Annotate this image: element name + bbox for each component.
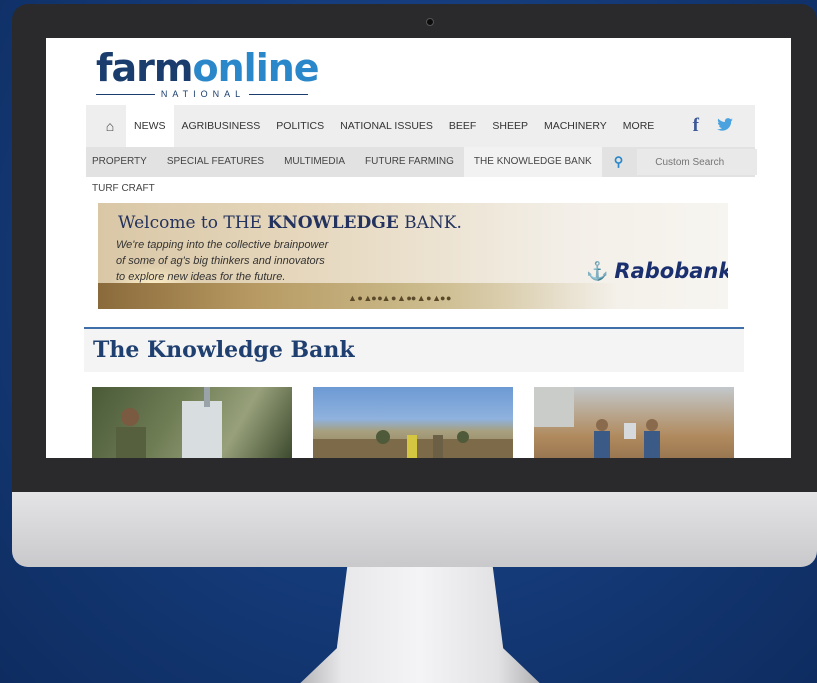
- article-card-3-image[interactable]: [534, 387, 734, 458]
- nav-item-property[interactable]: PROPERTY: [86, 147, 157, 177]
- nav-item-knowledge-bank[interactable]: THE KNOWLEDGE BANK: [463, 147, 602, 177]
- site-logo[interactable]: farmonline NATIONAL: [96, 46, 320, 99]
- banner-line-1: We're tapping into the collective brainp…: [116, 239, 329, 251]
- article-2-photo: [313, 430, 513, 458]
- sponsor-logo: ⚓ Rabobank: [586, 259, 728, 283]
- camera-dot: [426, 18, 434, 26]
- home-icon[interactable]: ⌂: [86, 118, 126, 134]
- section-title: The Knowledge Bank: [84, 329, 744, 372]
- logo-rule-right: [249, 93, 308, 95]
- nav-item-sheep[interactable]: SHEEP: [484, 105, 536, 147]
- article-card-2-image[interactable]: [313, 387, 513, 458]
- nav-item-agribusiness[interactable]: AGRIBUSINESS: [174, 105, 269, 147]
- nav-item-truncated[interactable]: AL: [602, 147, 612, 177]
- nav-item-more[interactable]: MORE: [615, 105, 663, 147]
- banner-title-bold: KNOWLEDGE: [267, 213, 399, 233]
- rabobank-icon: ⚓: [586, 260, 609, 281]
- nav-item-special-features[interactable]: SPECIAL FEATURES: [157, 147, 274, 177]
- nav-item-news[interactable]: NEWS: [126, 105, 174, 147]
- banner-title-prefix: Welcome to THE: [118, 213, 268, 233]
- nav-item-machinery[interactable]: MACHINERY: [536, 105, 615, 147]
- primary-nav: ⌂ NEWS AGRIBUSINESS POLITICS NATIONAL IS…: [86, 105, 755, 147]
- nav-item-beef[interactable]: BEEF: [441, 105, 484, 147]
- banner-trees: ▲ ● ▲● ●▲ ● ▲ ●● ▲ ● ▲● ●: [348, 293, 451, 303]
- monitor-stand: [300, 567, 540, 683]
- banner-title: Welcome to THE KNOWLEDGE BANK.: [118, 213, 462, 233]
- logo-subtitle-text: NATIONAL: [160, 89, 246, 99]
- sponsor-name: Rabobank: [614, 259, 728, 283]
- banner-title-suffix: BANK.: [398, 213, 462, 233]
- monitor-chin: [12, 492, 817, 567]
- nav-item-turf-craft[interactable]: TURF CRAFT: [92, 183, 155, 194]
- logo-text-farm: farm: [96, 46, 194, 90]
- nav-item-future-farming[interactable]: FUTURE FARMING: [355, 147, 464, 177]
- search-input[interactable]: [637, 149, 758, 175]
- nav-item-national-issues[interactable]: NATIONAL ISSUES: [332, 105, 441, 147]
- article-1-photo: [116, 387, 222, 458]
- nav-item-multimedia[interactable]: MULTIMEDIA: [274, 147, 355, 177]
- article-card-1-image[interactable]: [92, 387, 292, 458]
- browser-screen: farmonline NATIONAL ⌂ NEWS AGRIBUSINESS …: [46, 38, 791, 458]
- facebook-icon[interactable]: f: [693, 115, 699, 137]
- banner-line-3: to explore new ideas for the future.: [116, 271, 286, 283]
- knowledge-bank-banner[interactable]: ▲ ● ▲● ●▲ ● ▲ ●● ▲ ● ▲● ● Welcome to THE…: [98, 203, 728, 309]
- secondary-nav: PROPERTY SPECIAL FEATURES MULTIMEDIA FUT…: [86, 147, 758, 177]
- social-links: f: [693, 115, 755, 137]
- twitter-icon[interactable]: [717, 117, 733, 135]
- logo-rule-left: [96, 93, 155, 95]
- logo-subtitle: NATIONAL: [96, 88, 308, 100]
- article-3-photo: [534, 387, 660, 458]
- nav-item-politics[interactable]: POLITICS: [268, 105, 332, 147]
- search-icon[interactable]: ⚲: [612, 154, 634, 170]
- logo-text-online: online: [192, 46, 320, 90]
- banner-line-2: of some of ag's big thinkers and innovat…: [116, 255, 325, 267]
